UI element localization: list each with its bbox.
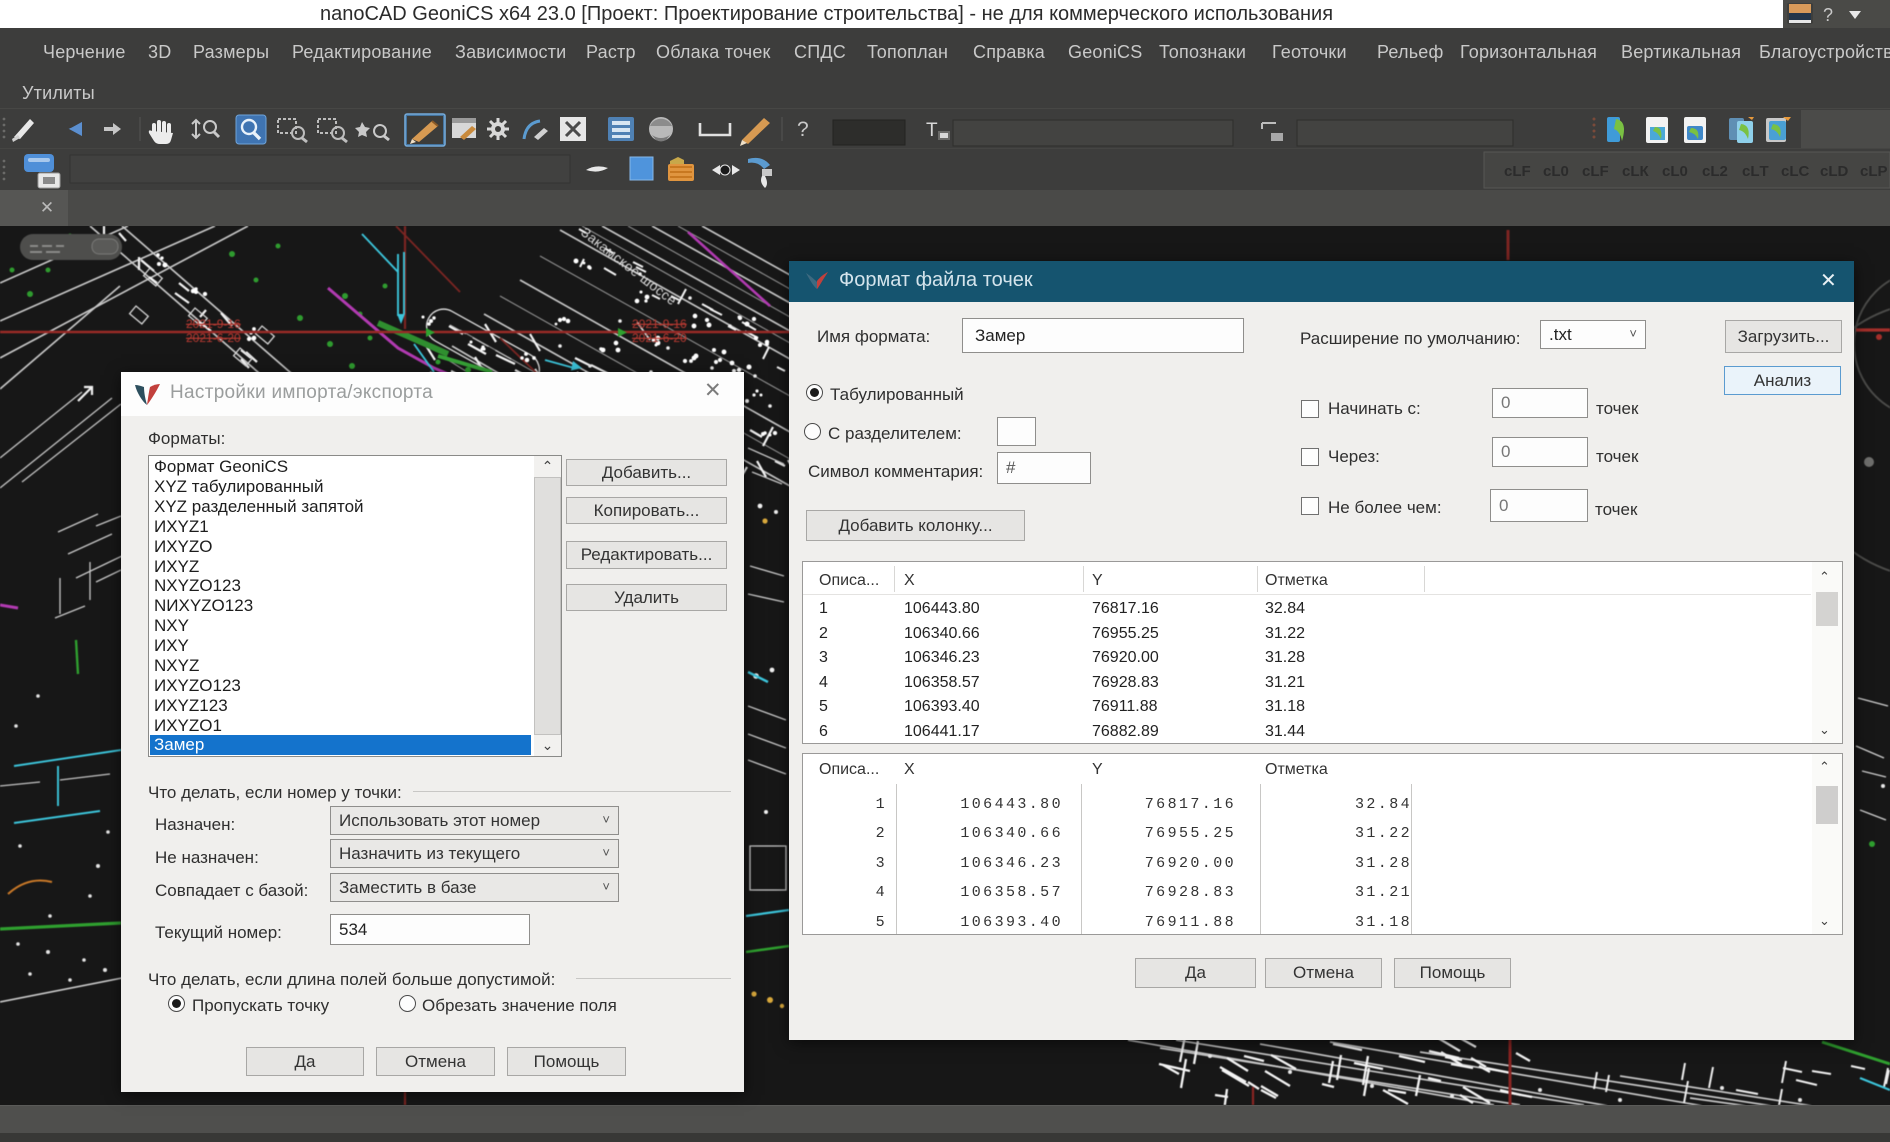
svg-text:cLР: cLР xyxy=(1860,163,1888,180)
svg-text:2021-9-16: 2021-9-16 xyxy=(186,317,241,331)
svg-text:2021-9-16: 2021-9-16 xyxy=(632,317,687,331)
svg-text:cLТ: cLТ xyxy=(1742,163,1769,180)
svg-text:cLF: cLF xyxy=(1504,163,1531,180)
svg-text:cLF: cLF xyxy=(1582,163,1609,180)
svg-text:cLС: cLС xyxy=(1781,163,1810,180)
svg-text:2021-6-20: 2021-6-20 xyxy=(186,331,241,345)
svg-text:2021-6-20: 2021-6-20 xyxy=(632,331,687,345)
svg-text:cL2: cL2 xyxy=(1702,163,1728,180)
svg-text:cLD: cLD xyxy=(1820,163,1849,180)
svg-text:?: ? xyxy=(1823,5,1833,25)
svg-text:?: ? xyxy=(797,118,809,141)
svg-text:cL0: cL0 xyxy=(1543,163,1569,180)
svg-text:cL0: cL0 xyxy=(1662,163,1688,180)
svg-text:T: T xyxy=(926,120,938,141)
svg-text:cLК: cLК xyxy=(1622,163,1650,180)
